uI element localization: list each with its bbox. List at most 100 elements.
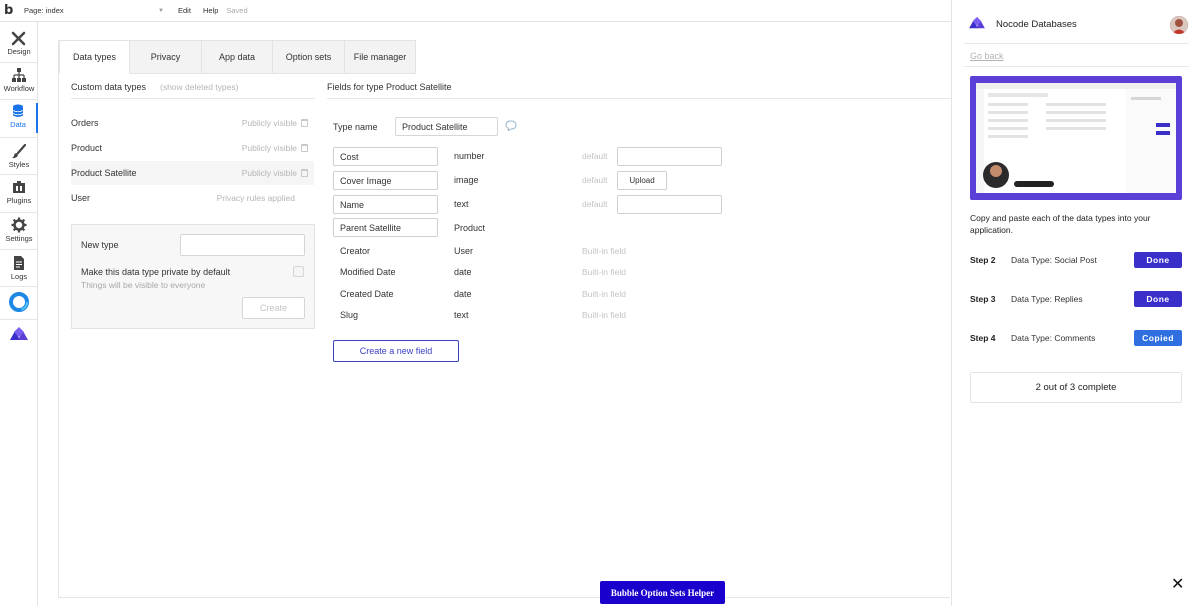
sidebar-item-data[interactable]: Data [0,103,38,133]
sidebar-divider [0,212,38,213]
builtin-field-note: Built-in field [582,289,626,299]
builtin-field-note: Built-in field [582,246,626,256]
trash-icon[interactable] [301,169,308,177]
field-name-cost[interactable]: Cost [333,147,438,166]
divider [71,98,315,99]
menu-help[interactable]: Help [203,6,218,15]
sidebar-item-label: Logs [10,272,28,281]
close-icon[interactable]: ✕ [1171,574,1184,593]
tutorial-video-thumbnail[interactable] [970,76,1182,200]
data-type-visibility: Privacy rules applied [216,193,295,203]
step-status-button[interactable]: Done [1134,252,1182,268]
nocode-databases-logo-icon [968,16,986,32]
field-type: date [454,289,472,299]
builtin-field-name: Created Date [340,289,394,299]
trash-icon[interactable] [301,119,308,127]
field-type: User [454,246,474,256]
sidebar-divider [0,249,38,250]
page-select[interactable]: Page: index ▼ [24,2,166,20]
data-type-visibility: Publicly visible [241,168,297,178]
brush-icon [11,143,27,159]
page-select-value: Page: index [24,6,64,15]
field-default-label: default [582,199,608,209]
tab-file-manager[interactable]: File manager [345,40,416,74]
plugin-icon [11,179,27,195]
step-status-button[interactable]: Done [1134,291,1182,307]
sidebar-item-label: Data [10,120,26,129]
sidebar-item-plugins[interactable]: Plugins [0,179,38,205]
new-type-input[interactable] [180,234,305,256]
data-type-name: Orders [71,118,99,128]
step-row: Step 4 Data Type: Comments Copied [970,329,1182,347]
data-tabs: Data types Privacy App data Option sets … [59,40,416,74]
fields-heading: Fields for type Product Satellite [327,82,452,92]
nocode-databases-logo-icon [9,326,29,342]
data-type-row-product[interactable]: Product Publicly visible [71,136,314,160]
field-default-label: default [582,151,608,161]
menu-edit[interactable]: Edit [178,6,191,15]
sidebar-item-styles[interactable]: Styles [0,143,38,169]
brand-name: Nocode Databases [996,18,1077,30]
tab-app-data[interactable]: App data [202,40,273,74]
field-name-name[interactable]: Name [333,195,438,214]
save-status: Saved [226,6,248,15]
data-type-name: Product Satellite [71,168,137,178]
progress-summary: 2 out of 3 complete [970,372,1182,403]
sidebar-item-settings[interactable]: Settings [0,217,38,243]
step-number: Step 2 [970,255,996,265]
tab-data-types[interactable]: Data types [59,40,130,74]
tab-option-sets[interactable]: Option sets [273,40,345,74]
field-name-cover-image[interactable]: Cover Image [333,171,438,190]
data-type-row-user[interactable]: User Privacy rules applied [71,186,314,210]
new-type-label: New type [81,240,119,250]
design-icon [11,30,27,46]
field-default-input[interactable] [617,195,722,214]
type-name-input[interactable]: Product Satellite [395,117,498,136]
upload-button[interactable]: Upload [617,171,667,190]
new-type-form: New type Make this data type private by … [71,224,315,329]
step-number: Step 3 [970,294,996,304]
avatar[interactable] [1170,16,1188,34]
sidebar-item-design[interactable]: Design [0,30,38,56]
custom-data-types-heading: Custom data types [71,82,147,92]
sidebar-item-label: Plugins [6,196,32,205]
comment-icon[interactable] [505,120,517,133]
field-name-parent-satellite[interactable]: Parent Satellite [333,218,438,237]
ring-logo-icon [8,291,30,313]
private-hint-text: Things will be visible to everyone [81,280,206,290]
step-row: Step 3 Data Type: Replies Done [970,290,1182,308]
chevron-down-icon: ▼ [158,7,164,14]
private-by-default-checkbox[interactable] [293,266,304,277]
sidebar-divider [0,62,38,63]
option-sets-helper-button[interactable]: Bubble Option Sets Helper [600,581,725,604]
field-type: date [454,267,472,277]
step-label: Data Type: Comments [1011,333,1096,343]
field-default-input[interactable] [617,147,722,166]
trash-icon[interactable] [301,144,308,152]
step-status-button[interactable]: Copied [1134,330,1182,346]
field-type: image [454,175,479,185]
sidebar-item-workflow[interactable]: Workflow [0,67,38,93]
sidebar-item-logs[interactable]: Logs [0,255,38,281]
video-screen [976,83,1176,193]
ring-plugin-button[interactable] [0,291,38,313]
step-number: Step 4 [970,333,996,343]
field-type: text [454,310,469,320]
sidebar-divider [0,319,38,320]
bubble-logo[interactable]: b [4,3,18,18]
sidebar-divider [0,286,38,287]
go-back-link[interactable]: Go back [970,51,1004,61]
field-type: number [454,151,485,161]
tab-privacy[interactable]: Privacy [130,40,202,74]
data-type-row-product-satellite[interactable]: Product Satellite Publicly visible [71,161,314,185]
data-type-row-orders[interactable]: Orders Publicly visible [71,111,314,135]
show-deleted-types-link[interactable]: (show deleted types) [160,82,238,92]
builtin-field-name: Slug [340,310,359,320]
builtin-field-name: Modified Date [340,267,396,277]
field-type: Product [454,223,486,233]
builtin-field-note: Built-in field [582,267,626,277]
create-type-button[interactable]: Create [242,297,305,319]
create-new-field-button[interactable]: Create a new field [333,340,459,362]
nocode-databases-plugin-button[interactable] [0,326,38,342]
field-type: text [454,199,469,209]
